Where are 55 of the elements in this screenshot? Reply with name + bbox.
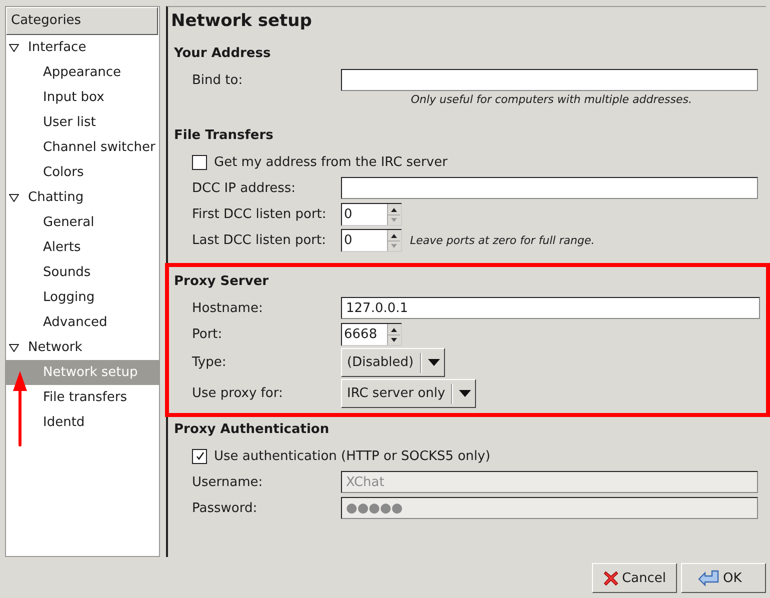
input-field[interactable]: 127.0.0.1 — [341, 297, 760, 319]
input-field[interactable] — [341, 69, 758, 91]
expander-icon[interactable] — [9, 44, 19, 52]
hint-text: Only useful for computers with multiple addresses. — [410, 93, 693, 108]
expander-icon[interactable] — [9, 344, 19, 352]
input-field[interactable] — [341, 177, 758, 199]
ok-button[interactable]: OK — [681, 563, 766, 593]
section-heading: Proxy Server — [174, 273, 270, 291]
checkbox[interactable] — [192, 154, 207, 170]
tree-item[interactable]: Advanced — [6, 310, 159, 335]
tree-item[interactable]: Channel switcher — [6, 135, 159, 160]
section-heading: Proxy Authentication — [174, 421, 330, 439]
tree-item[interactable]: Alerts — [6, 235, 159, 260]
dropdown[interactable]: (Disabled) — [341, 348, 445, 377]
cross-icon — [603, 569, 619, 587]
caret-icon — [428, 358, 440, 366]
field-label: Password: — [192, 500, 258, 516]
field-label: Username: — [192, 474, 264, 490]
enter-arrow-icon — [698, 569, 720, 587]
tree-item[interactable]: Network — [28, 340, 82, 355]
tree-item[interactable]: Appearance — [6, 60, 159, 85]
caret-icon — [459, 390, 472, 398]
section-heading: File Transfers — [174, 127, 274, 145]
tree-item[interactable]: Sounds — [6, 260, 159, 285]
field-label: Last DCC listen port: — [192, 232, 327, 248]
field-label: Use proxy for: — [192, 386, 284, 401]
expander-icon[interactable] — [9, 194, 19, 202]
cancel-button[interactable]: Cancel — [592, 563, 677, 593]
field-label: DCC IP address: — [192, 180, 297, 196]
tree-item[interactable]: General — [6, 210, 159, 235]
tree-item[interactable]: Identd — [6, 410, 159, 435]
tree-item[interactable]: Colors — [6, 160, 159, 185]
section-heading: Your Address — [174, 45, 272, 63]
checkbox-label[interactable]: Get my address from the IRC server — [214, 154, 448, 170]
field-label: Hostname: — [192, 300, 264, 316]
page-title: Network setup — [170, 11, 313, 33]
spin-field[interactable]: 0 — [341, 228, 402, 252]
field-label: Type: — [192, 355, 228, 370]
column-header[interactable]: Categories — [6, 7, 158, 35]
tree-item[interactable]: Logging — [6, 285, 159, 310]
field-label: Bind to: — [192, 72, 244, 88]
dropdown[interactable]: IRC server only — [341, 379, 476, 408]
field-label: First DCC listen port: — [192, 206, 328, 222]
spin-field[interactable]: 6668 — [341, 322, 402, 346]
field-label: Port: — [192, 326, 224, 342]
tree-item[interactable]: User list — [6, 110, 159, 135]
check-icon — [194, 451, 204, 461]
checkbox[interactable] — [192, 448, 207, 464]
tree-item[interactable]: Input box — [6, 85, 159, 110]
tree-item[interactable]: File transfers — [6, 385, 159, 410]
spin-field[interactable]: 0 — [341, 202, 402, 226]
hint-text: Leave ports at zero for full range. — [409, 234, 595, 246]
tree-item[interactable]: Interface — [28, 40, 86, 55]
checkbox-label[interactable]: Use authentication (HTTP or SOCKS5 only) — [214, 448, 490, 464]
tree-item[interactable]: Chatting — [28, 190, 84, 205]
